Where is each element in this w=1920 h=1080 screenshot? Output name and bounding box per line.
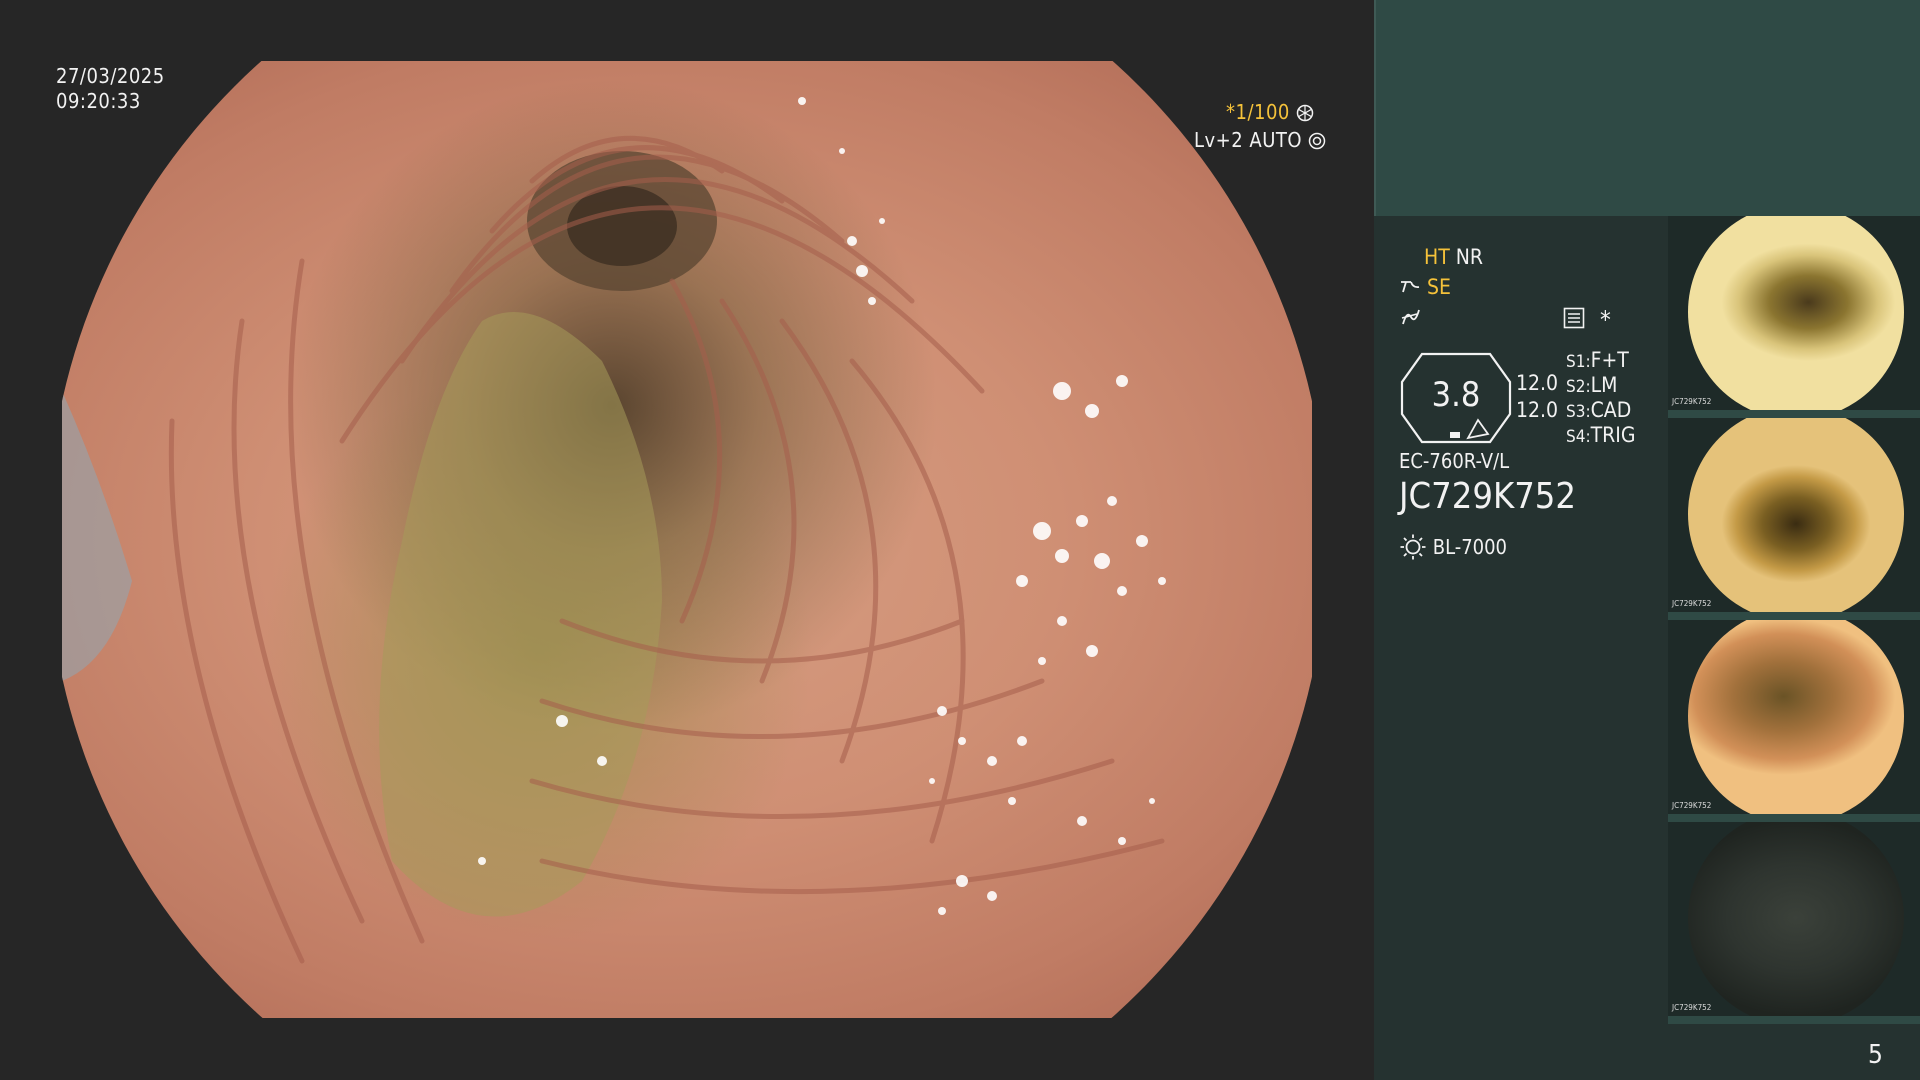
exam-date: 27/03/2025 [56, 64, 165, 88]
thumbnail-serial: JC729K752 [1672, 397, 1712, 406]
image-enhancement-status: HT NR [1424, 245, 1483, 269]
iris-icon [1308, 128, 1326, 152]
switch-1-value: F+T [1590, 348, 1629, 372]
setting-value-1: 12.0 [1516, 371, 1559, 395]
star-indicator: * [1600, 306, 1611, 334]
switch-1: S1:F+T [1566, 348, 1629, 374]
exposure-indicator: Lv+2 AUTO [1194, 128, 1326, 152]
zoom-indicator: 3.8 [1400, 352, 1512, 444]
thumbnail-image [1688, 620, 1904, 814]
nr-label: NR [1455, 245, 1484, 269]
enhancement-icon [1399, 275, 1427, 299]
thumbnail-image [1688, 822, 1904, 1016]
captured-thumbnail[interactable]: JC729K752 [1668, 418, 1920, 620]
captured-thumbnail[interactable]: JC729K752 [1668, 216, 1920, 418]
thumbnail-image [1688, 418, 1904, 612]
structure-enhancement-status: SE [1399, 275, 1451, 299]
aperture-icon [1296, 100, 1314, 124]
exposure-mode: AUTO [1249, 128, 1303, 152]
captured-image-strip: JC729K752 JC729K752 JC729K752 JC729K752 [1668, 216, 1920, 1024]
setting-value-2: 12.0 [1516, 398, 1559, 422]
thumbnail-serial: JC729K752 [1672, 801, 1712, 810]
switch-2: S2:LM [1566, 373, 1617, 399]
endoscope-view [62, 61, 1312, 1018]
switch-3-value: CAD [1590, 398, 1632, 422]
switch-4-label: S4: [1566, 427, 1591, 447]
settings-list-icon [1563, 307, 1585, 333]
switch-3: S3:CAD [1566, 398, 1631, 424]
panel-header-area [1374, 0, 1920, 216]
thumbnail-image [1688, 216, 1904, 410]
page-number: 5 [1868, 1040, 1883, 1070]
switch-4-value: TRIG [1590, 423, 1636, 447]
light-source: BL-7000 [1399, 533, 1507, 561]
ht-label: HT [1424, 245, 1450, 269]
shutter-speed: *1/100 [1226, 100, 1290, 124]
switch-2-label: S2: [1566, 377, 1591, 397]
scope-model: EC-760R-V/L [1399, 449, 1510, 473]
captured-thumbnail[interactable]: JC729K752 [1668, 620, 1920, 822]
captured-thumbnail[interactable]: JC729K752 [1668, 822, 1920, 1024]
se-label: SE [1427, 275, 1451, 299]
thumbnail-serial: JC729K752 [1672, 599, 1712, 608]
switch-2-value: LM [1590, 373, 1618, 397]
light-source-model: BL-7000 [1432, 535, 1508, 559]
switch-3-label: S3: [1566, 402, 1591, 422]
thumbnail-serial: JC729K752 [1672, 1003, 1712, 1012]
zoom-value: 3.8 [1431, 375, 1481, 415]
sun-icon [1399, 534, 1433, 560]
scope-serial: JC729K752 [1399, 476, 1577, 517]
mucosal-folds [62, 97, 1166, 964]
switch-1-label: S1: [1566, 352, 1591, 372]
squiggle-icon [1399, 306, 1423, 332]
shutter-indicator: *1/100 [1226, 100, 1314, 124]
brightness-level: Lv+2 [1194, 128, 1244, 152]
switch-4: S4:TRIG [1566, 423, 1635, 449]
exam-time: 09:20:33 [56, 89, 141, 113]
